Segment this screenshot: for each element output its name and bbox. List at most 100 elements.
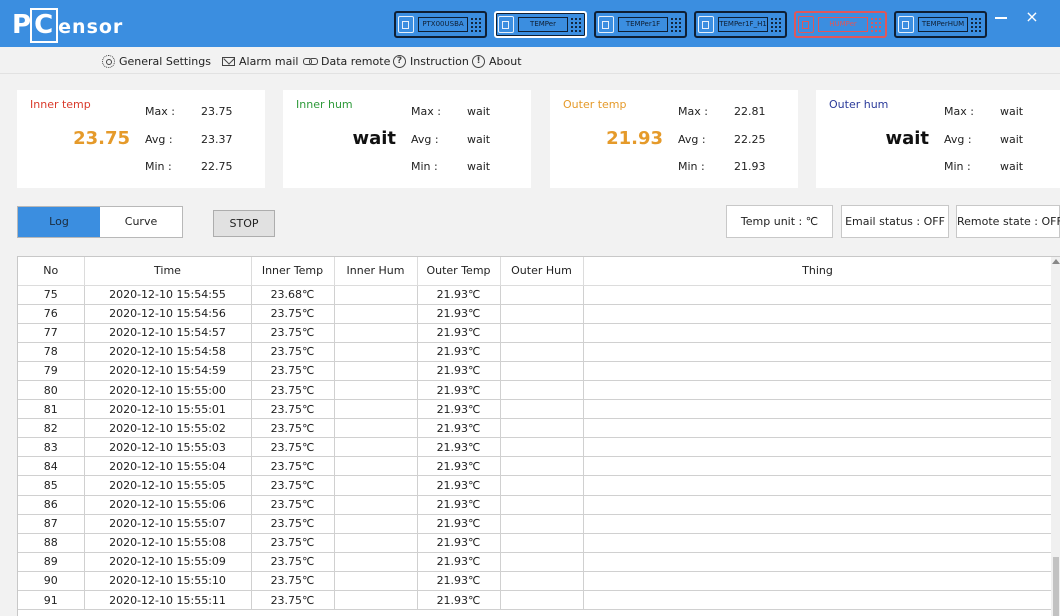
column-header-no[interactable]: No xyxy=(18,257,85,286)
min-label: Min : xyxy=(678,160,705,173)
column-header-outer-temp[interactable]: Outer Temp xyxy=(417,257,501,286)
device-button-temper[interactable]: TEMPer xyxy=(494,11,587,38)
minimize-button[interactable] xyxy=(995,17,1007,19)
cell-thing xyxy=(583,361,1053,381)
max-label: Max : xyxy=(944,105,974,118)
cell-outer-temp: 21.93℃ xyxy=(417,285,501,305)
stop-button[interactable]: STOP xyxy=(213,210,275,237)
table-row[interactable]: 91 2020-12-10 15:55:11 23.75℃ 21.93℃ xyxy=(18,590,1053,611)
cell-time: 2020-12-10 15:54:55 xyxy=(84,285,252,305)
menu-general-settings[interactable]: General Settings xyxy=(102,53,211,69)
min-label: Min : xyxy=(145,160,172,173)
cell-inner-temp: 23.75℃ xyxy=(251,437,335,458)
table-row[interactable]: 90 2020-12-10 15:55:10 23.75℃ 21.93℃ xyxy=(18,571,1053,592)
table-header-row: No Time Inner Temp Inner Hum Outer Temp … xyxy=(18,257,1053,286)
column-header-inner-temp[interactable]: Inner Temp xyxy=(251,257,335,286)
cell-outer-hum xyxy=(500,456,584,477)
email-status-button[interactable]: Email status : OFF xyxy=(841,205,949,238)
card-outer-temp: Outer temp 21.93 Max : 22.81 Avg : 22.25… xyxy=(550,90,798,188)
cell-inner-hum xyxy=(334,380,418,401)
mail-icon xyxy=(222,56,235,66)
table-row[interactable]: 83 2020-12-10 15:55:03 23.75℃ 21.93℃ xyxy=(18,437,1053,458)
cell-time: 2020-12-10 15:55:02 xyxy=(84,418,252,439)
max-label: Max : xyxy=(411,105,441,118)
cell-inner-temp: 23.75℃ xyxy=(251,590,335,611)
device-button-temperhum[interactable]: TEMPerHUM xyxy=(894,11,987,38)
cell-outer-temp: 21.93℃ xyxy=(417,342,501,362)
device-button-humper[interactable]: HUMPer xyxy=(794,11,887,38)
cell-outer-temp: 21.93℃ xyxy=(417,533,501,553)
close-button[interactable]: × xyxy=(1023,8,1041,26)
scrollbar-thumb[interactable] xyxy=(1053,557,1059,616)
table-row[interactable]: 79 2020-12-10 15:54:59 23.75℃ 21.93℃ xyxy=(18,361,1053,381)
temp-unit-button[interactable]: Temp unit : ℃ xyxy=(726,205,833,238)
menu-alarm-mail[interactable]: Alarm mail xyxy=(222,53,298,69)
log-table: No Time Inner Temp Inner Hum Outer Temp … xyxy=(17,256,1060,616)
table-row[interactable]: 76 2020-12-10 15:54:56 23.75℃ 21.93℃ xyxy=(18,304,1053,324)
table-row[interactable]: 80 2020-12-10 15:55:00 23.75℃ 21.93℃ xyxy=(18,380,1053,401)
table-row[interactable]: 78 2020-12-10 15:54:58 23.75℃ 21.93℃ xyxy=(18,342,1053,362)
pcsensor-logo: PC ensor xyxy=(12,8,123,43)
table-row[interactable]: 85 2020-12-10 15:55:05 23.75℃ 21.93℃ xyxy=(18,475,1053,496)
column-header-time[interactable]: Time xyxy=(84,257,252,286)
table-row[interactable]: 82 2020-12-10 15:55:02 23.75℃ 21.93℃ xyxy=(18,418,1053,439)
usb-plug-icon xyxy=(898,16,914,33)
card-value: 21.93 xyxy=(606,128,663,149)
tab-log[interactable]: Log xyxy=(18,207,100,237)
cell-time: 2020-12-10 15:55:09 xyxy=(84,552,252,572)
tab-curve[interactable]: Curve xyxy=(100,207,182,237)
menu-instruction[interactable]: ? Instruction xyxy=(393,53,469,69)
cell-outer-temp: 21.93℃ xyxy=(417,495,501,515)
cell-inner-temp: 23.75℃ xyxy=(251,304,335,324)
column-header-outer-hum[interactable]: Outer Hum xyxy=(500,257,584,286)
grip-icon xyxy=(970,17,982,32)
card-value: wait xyxy=(352,128,396,149)
device-button-temper1f[interactable]: TEMPer1F xyxy=(594,11,687,38)
table-row[interactable]: 86 2020-12-10 15:55:06 23.75℃ 21.93℃ xyxy=(18,495,1053,515)
table-row[interactable]: 75 2020-12-10 15:54:55 23.68℃ 21.93℃ xyxy=(18,285,1053,305)
cell-no: 84 xyxy=(18,456,85,477)
table-row[interactable]: 81 2020-12-10 15:55:01 23.75℃ 21.93℃ xyxy=(18,399,1053,420)
cell-thing xyxy=(583,495,1053,515)
column-header-inner-hum[interactable]: Inner Hum xyxy=(334,257,418,286)
cell-no: 90 xyxy=(18,571,85,592)
cell-outer-temp: 21.93℃ xyxy=(417,456,501,477)
grip-icon xyxy=(670,17,682,32)
table-row[interactable]: 87 2020-12-10 15:55:07 23.75℃ 21.93℃ xyxy=(18,514,1053,534)
remote-state-button[interactable]: Remote state : OFF xyxy=(956,205,1060,238)
usb-plug-icon xyxy=(798,16,814,33)
avg-value: wait xyxy=(467,133,491,146)
max-value: 23.75 xyxy=(201,105,233,118)
cell-inner-hum xyxy=(334,304,418,324)
table-row[interactable]: 89 2020-12-10 15:55:09 23.75℃ 21.93℃ xyxy=(18,552,1053,572)
device-button-ptx00usba[interactable]: PTX00USBA xyxy=(394,11,487,38)
cell-outer-temp: 21.93℃ xyxy=(417,437,501,458)
cell-time: 2020-12-10 15:55:05 xyxy=(84,475,252,496)
avg-label: Avg : xyxy=(678,133,706,146)
menu-about[interactable]: ! About xyxy=(472,53,522,69)
cell-outer-temp: 21.93℃ xyxy=(417,304,501,324)
device-button-temper1f-h1[interactable]: TEMPer1F_H1 xyxy=(694,11,787,38)
min-value: 22.75 xyxy=(201,160,233,173)
table-row[interactable]: 84 2020-12-10 15:55:04 23.75℃ 21.93℃ xyxy=(18,456,1053,477)
table-row[interactable]: 77 2020-12-10 15:54:57 23.75℃ 21.93℃ xyxy=(18,323,1053,343)
min-label: Min : xyxy=(944,160,971,173)
cell-inner-temp: 23.68℃ xyxy=(251,285,335,305)
cell-outer-hum xyxy=(500,590,584,611)
scroll-up-arrow-icon[interactable] xyxy=(1052,259,1060,264)
menu-data-remote[interactable]: Data remote xyxy=(303,53,390,69)
avg-label: Avg : xyxy=(145,133,173,146)
cell-inner-hum xyxy=(334,495,418,515)
cell-inner-temp: 23.75℃ xyxy=(251,399,335,420)
cell-inner-hum xyxy=(334,590,418,611)
cell-inner-hum xyxy=(334,552,418,572)
cell-inner-temp: 23.75℃ xyxy=(251,456,335,477)
cell-inner-temp: 23.75℃ xyxy=(251,361,335,381)
vertical-scrollbar[interactable] xyxy=(1051,257,1060,616)
column-header-thing[interactable]: Thing xyxy=(583,257,1053,286)
cell-no: 89 xyxy=(18,552,85,572)
table-row[interactable]: 88 2020-12-10 15:55:08 23.75℃ 21.93℃ xyxy=(18,533,1053,553)
cell-inner-hum xyxy=(334,571,418,592)
question-icon: ? xyxy=(393,54,406,68)
cell-outer-temp: 21.93℃ xyxy=(417,514,501,534)
